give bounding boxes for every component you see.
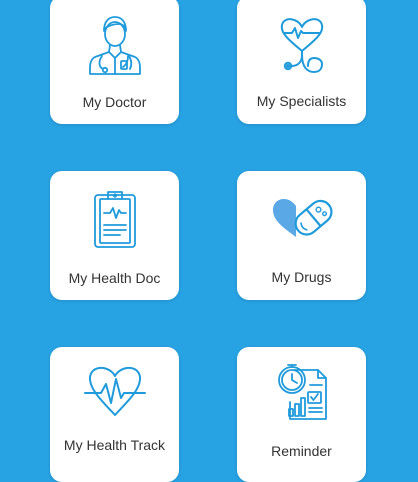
tile-my-specialists[interactable]: My Specialists: [237, 0, 366, 124]
tile-label: My Doctor: [82, 94, 147, 110]
stethoscope-heart-icon: [280, 18, 323, 73]
tile-reminder[interactable]: Reminder: [237, 347, 366, 482]
tile-label: My Health Track: [63, 437, 166, 453]
heart-pulse-icon: [83, 366, 146, 416]
clipboard-pulse-icon: [93, 191, 136, 248]
tile-label: My Health Doc: [68, 270, 161, 286]
tile-my-doctor[interactable]: My Doctor: [50, 0, 179, 124]
heart-pill-icon: [272, 199, 333, 237]
tile-label: My Specialists: [256, 93, 347, 109]
tile-my-health-track[interactable]: My Health Track: [50, 347, 179, 482]
clock-report-icon: [277, 364, 327, 420]
doctor-icon: [88, 16, 141, 75]
tile-my-health-doc[interactable]: My Health Doc: [50, 171, 179, 300]
tile-label: Reminder: [271, 443, 332, 459]
tile-label: My Drugs: [271, 269, 332, 285]
tile-my-drugs[interactable]: My Drugs: [237, 171, 366, 300]
